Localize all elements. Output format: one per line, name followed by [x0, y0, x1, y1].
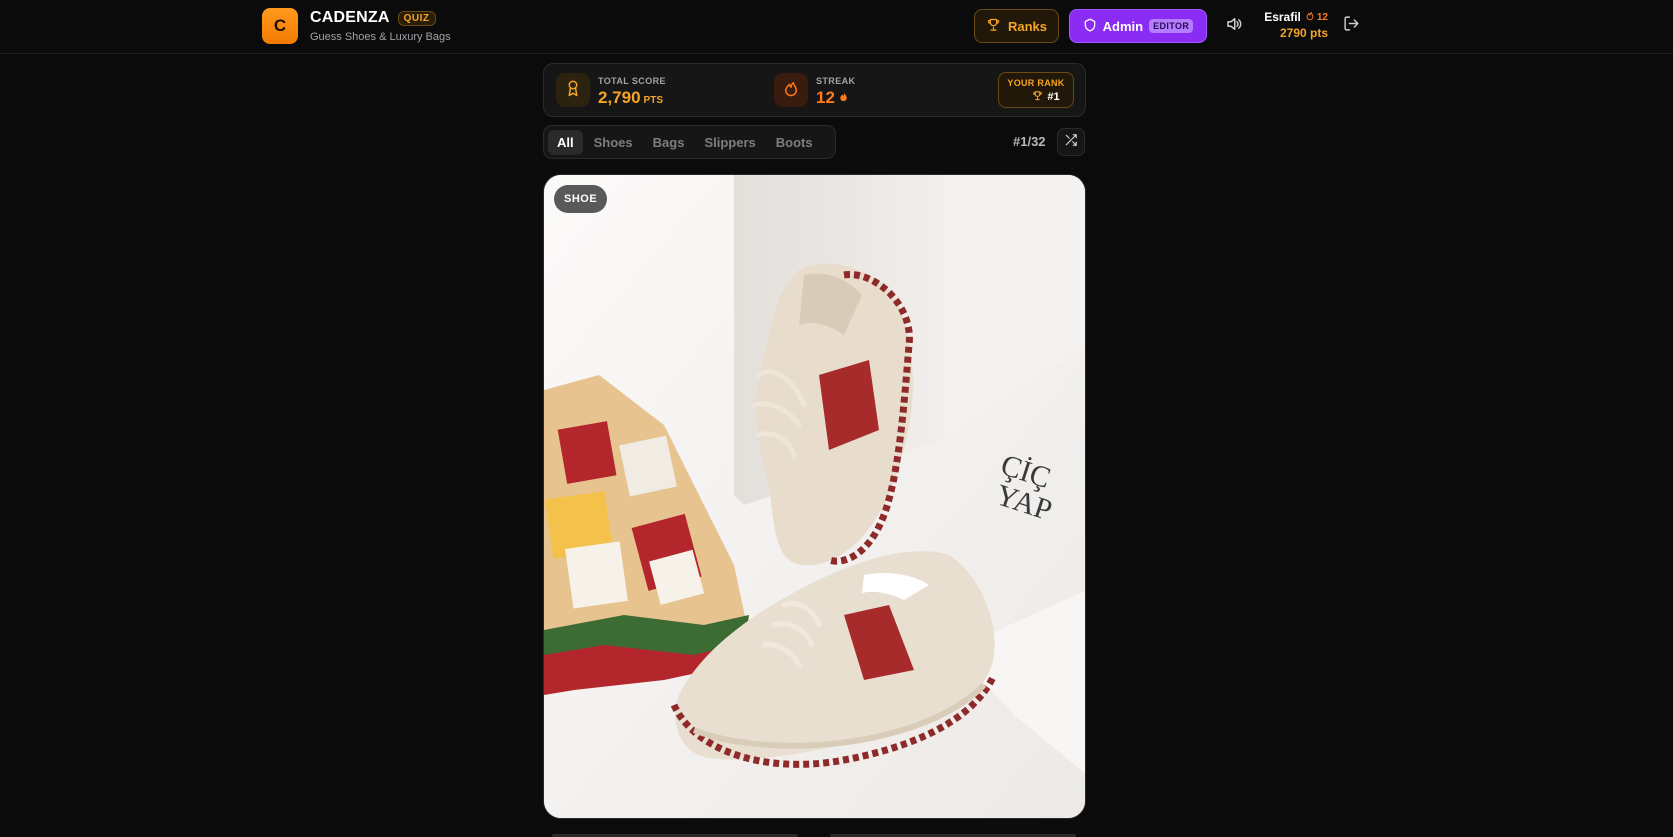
app-logo[interactable]: C: [262, 8, 298, 44]
shuffle-icon: [1064, 133, 1078, 152]
total-score-number: 2,790: [598, 88, 641, 107]
tab-bags[interactable]: Bags: [644, 130, 694, 155]
tab-all[interactable]: All: [548, 129, 583, 155]
sound-toggle[interactable]: [1223, 15, 1245, 37]
user-streak: 12: [1305, 10, 1328, 24]
admin-button[interactable]: Admin EDITOR: [1069, 9, 1207, 43]
rank-label: YOUR RANK: [1007, 78, 1065, 88]
score-icon-box: [556, 73, 590, 107]
question-counter: #1/32: [1013, 134, 1046, 149]
type-badge: SHOE: [554, 185, 608, 213]
medal-icon: [564, 79, 582, 102]
streak-value: 12: [816, 88, 849, 108]
trophy-icon: [1032, 90, 1043, 104]
rank-box: YOUR RANK #1: [998, 72, 1074, 108]
user-name: Esrafil: [1264, 10, 1301, 24]
app-header: C CADENZA QUIZ Guess Shoes & Luxury Bags…: [0, 0, 1673, 54]
total-score-value: 2,790 PTS: [598, 88, 663, 108]
stats-bar: TOTAL SCORE 2,790 PTS STREAK 12 YOUR RANK…: [543, 63, 1086, 117]
user-info[interactable]: Esrafil 12 2790 pts: [1264, 10, 1328, 40]
tab-shoes[interactable]: Shoes: [585, 130, 642, 155]
shuffle-button[interactable]: [1057, 128, 1085, 156]
flame-icon: [782, 79, 800, 102]
category-tabs: All Shoes Bags Slippers Boots: [543, 125, 836, 159]
tab-boots[interactable]: Boots: [767, 130, 822, 155]
logout-icon: [1343, 15, 1360, 37]
brand: CADENZA QUIZ: [310, 9, 436, 27]
admin-label: Admin: [1102, 18, 1144, 34]
product-photo: ÇİÇ YAP: [544, 175, 1085, 818]
user-points: 2790 pts: [1279, 26, 1328, 40]
shield-icon: [1083, 18, 1097, 35]
streak-icon-box: [774, 73, 808, 107]
total-score-unit: PTS: [643, 95, 663, 106]
flame-icon: [1305, 10, 1315, 24]
brand-name: CADENZA: [310, 9, 390, 26]
user-streak-value: 12: [1316, 11, 1328, 23]
rank-number: #1: [1047, 91, 1060, 103]
speaker-icon: [1225, 15, 1243, 38]
editor-badge: EDITOR: [1149, 19, 1194, 33]
rank-value: #1: [1019, 90, 1073, 104]
streak-label: STREAK: [816, 76, 856, 86]
trophy-icon: [986, 17, 1001, 35]
product-image-card: ÇİÇ YAP SHOE: [543, 174, 1086, 819]
brand-subtitle: Guess Shoes & Luxury Bags: [310, 31, 451, 43]
streak-number: 12: [816, 88, 835, 107]
ranks-label: Ranks: [1007, 18, 1048, 34]
total-score-label: TOTAL SCORE: [598, 76, 666, 86]
tab-slippers[interactable]: Slippers: [695, 130, 764, 155]
flame-icon: [838, 88, 849, 108]
logout-button[interactable]: [1340, 15, 1362, 37]
ranks-button[interactable]: Ranks: [974, 9, 1059, 43]
brand-tag: QUIZ: [397, 10, 436, 26]
